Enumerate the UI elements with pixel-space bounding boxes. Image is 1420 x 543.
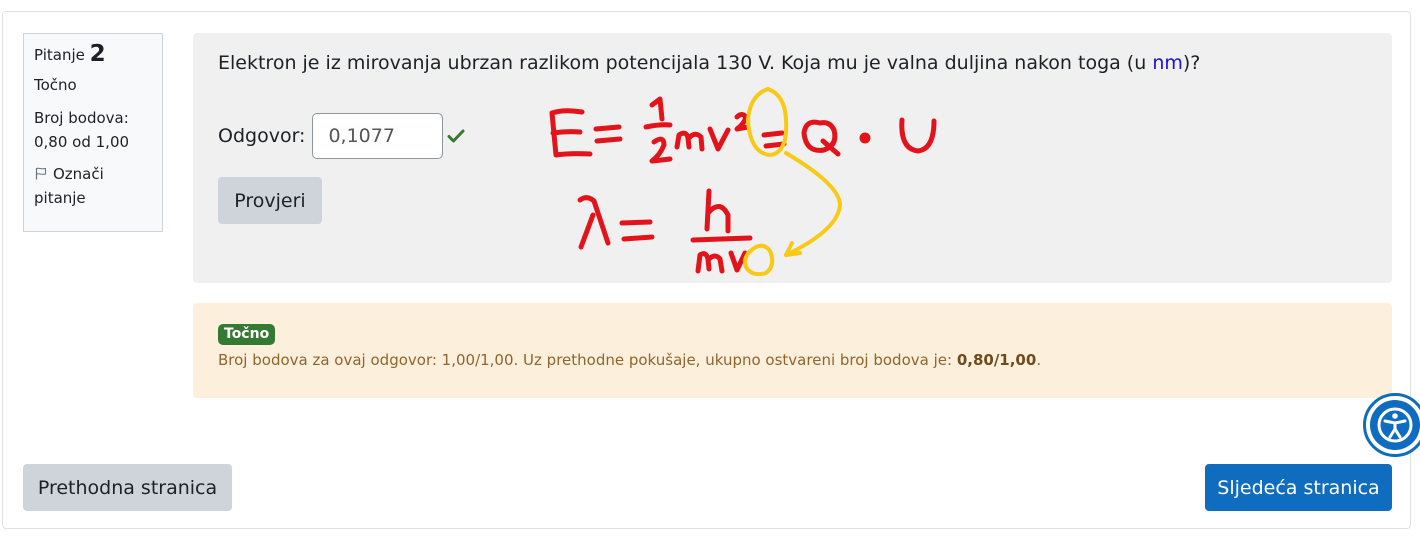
question-grade: Broj bodova: 0,80 od 1,00 <box>34 106 152 154</box>
answer-row: Odgovor: <box>218 113 465 159</box>
question-text: Elektron je iz mirovanja ubrzan razlikom… <box>218 51 1367 75</box>
question-info-panel: Pitanje 2 Točno Broj bodova: 0,80 od 1,0… <box>23 33 163 232</box>
feedback-end: . <box>1036 351 1042 369</box>
next-page-button[interactable]: Sljedeća stranica <box>1205 464 1392 511</box>
checkmark-icon <box>447 129 465 143</box>
correct-badge: Točno <box>218 324 276 345</box>
question-text-main: Elektron je iz mirovanja ubrzan razlikom… <box>218 52 1153 74</box>
previous-page-button[interactable]: Prethodna stranica <box>23 464 232 511</box>
question-number: Pitanje 2 <box>34 42 152 67</box>
accessibility-button[interactable] <box>1363 393 1420 457</box>
question-unit: nm <box>1152 52 1183 74</box>
feedback-box: Točno Broj bodova za ovaj odgovor: 1,00/… <box>193 303 1392 398</box>
feedback-total-score: 0,80/1,00 <box>956 351 1037 369</box>
accessibility-button-inner <box>1370 400 1420 450</box>
feedback-message: Broj bodova za ovaj odgovor: 1,00/1,00. … <box>218 351 957 369</box>
grade-value: 0,80 od 1,00 <box>34 133 130 151</box>
question-state: Točno <box>34 76 77 94</box>
flag-outline-icon <box>35 167 46 180</box>
flag-question-link[interactable]: Označi pitanje <box>34 162 152 210</box>
question-number-label: Pitanje <box>34 46 85 64</box>
handwritten-formula-annotation <box>549 87 937 277</box>
accessibility-icon <box>1377 407 1413 443</box>
grade-label: Broj bodova: <box>34 109 129 127</box>
check-button[interactable]: Provjeri <box>218 177 322 224</box>
answer-input[interactable] <box>312 113 444 159</box>
question-text-end: )? <box>1182 52 1201 74</box>
answer-label: Odgovor: <box>218 125 306 147</box>
feedback-text: Broj bodova za ovaj odgovor: 1,00/1,00. … <box>218 350 1367 370</box>
question-number-value: 2 <box>89 41 106 67</box>
